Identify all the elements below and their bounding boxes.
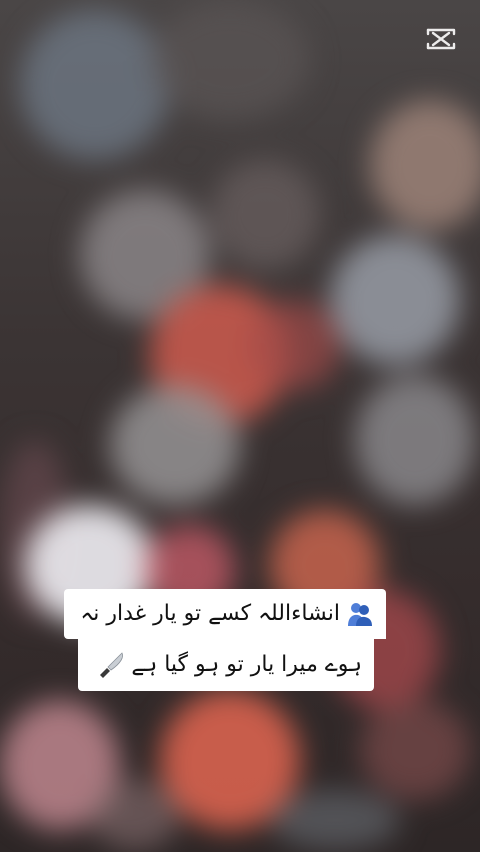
- bokeh-light: [355, 375, 475, 505]
- caption-line-1: انشاءاللہ کسے تو یار غدار نہ: [64, 589, 386, 639]
- caption-line-2-text: ہوے میرا یار تو ہو گیا ہے: [131, 652, 362, 677]
- caption-line-1-text: انشاءاللہ کسے تو یار غدار نہ: [80, 601, 340, 626]
- bokeh-light: [20, 10, 170, 160]
- bokeh-light: [330, 235, 460, 365]
- bokeh-light: [360, 700, 470, 800]
- caption-line-2: ہوے میرا یار تو ہو گیا ہے: [78, 639, 374, 691]
- bokeh-light: [210, 160, 320, 270]
- bokeh-light: [250, 300, 340, 390]
- bokeh-background: [0, 0, 480, 852]
- people-hugging-icon: [348, 603, 372, 626]
- bokeh-light: [110, 385, 240, 505]
- bokeh-light: [370, 100, 480, 230]
- video-frame: انشاءاللہ کسے تو یار غدار نہ ہوے میرا یا…: [0, 0, 480, 852]
- bokeh-light: [150, 0, 310, 120]
- bokeh-light: [90, 780, 180, 850]
- knife-icon: [100, 652, 124, 678]
- bokeh-light: [270, 790, 400, 850]
- capcut-logo-icon: [426, 28, 456, 50]
